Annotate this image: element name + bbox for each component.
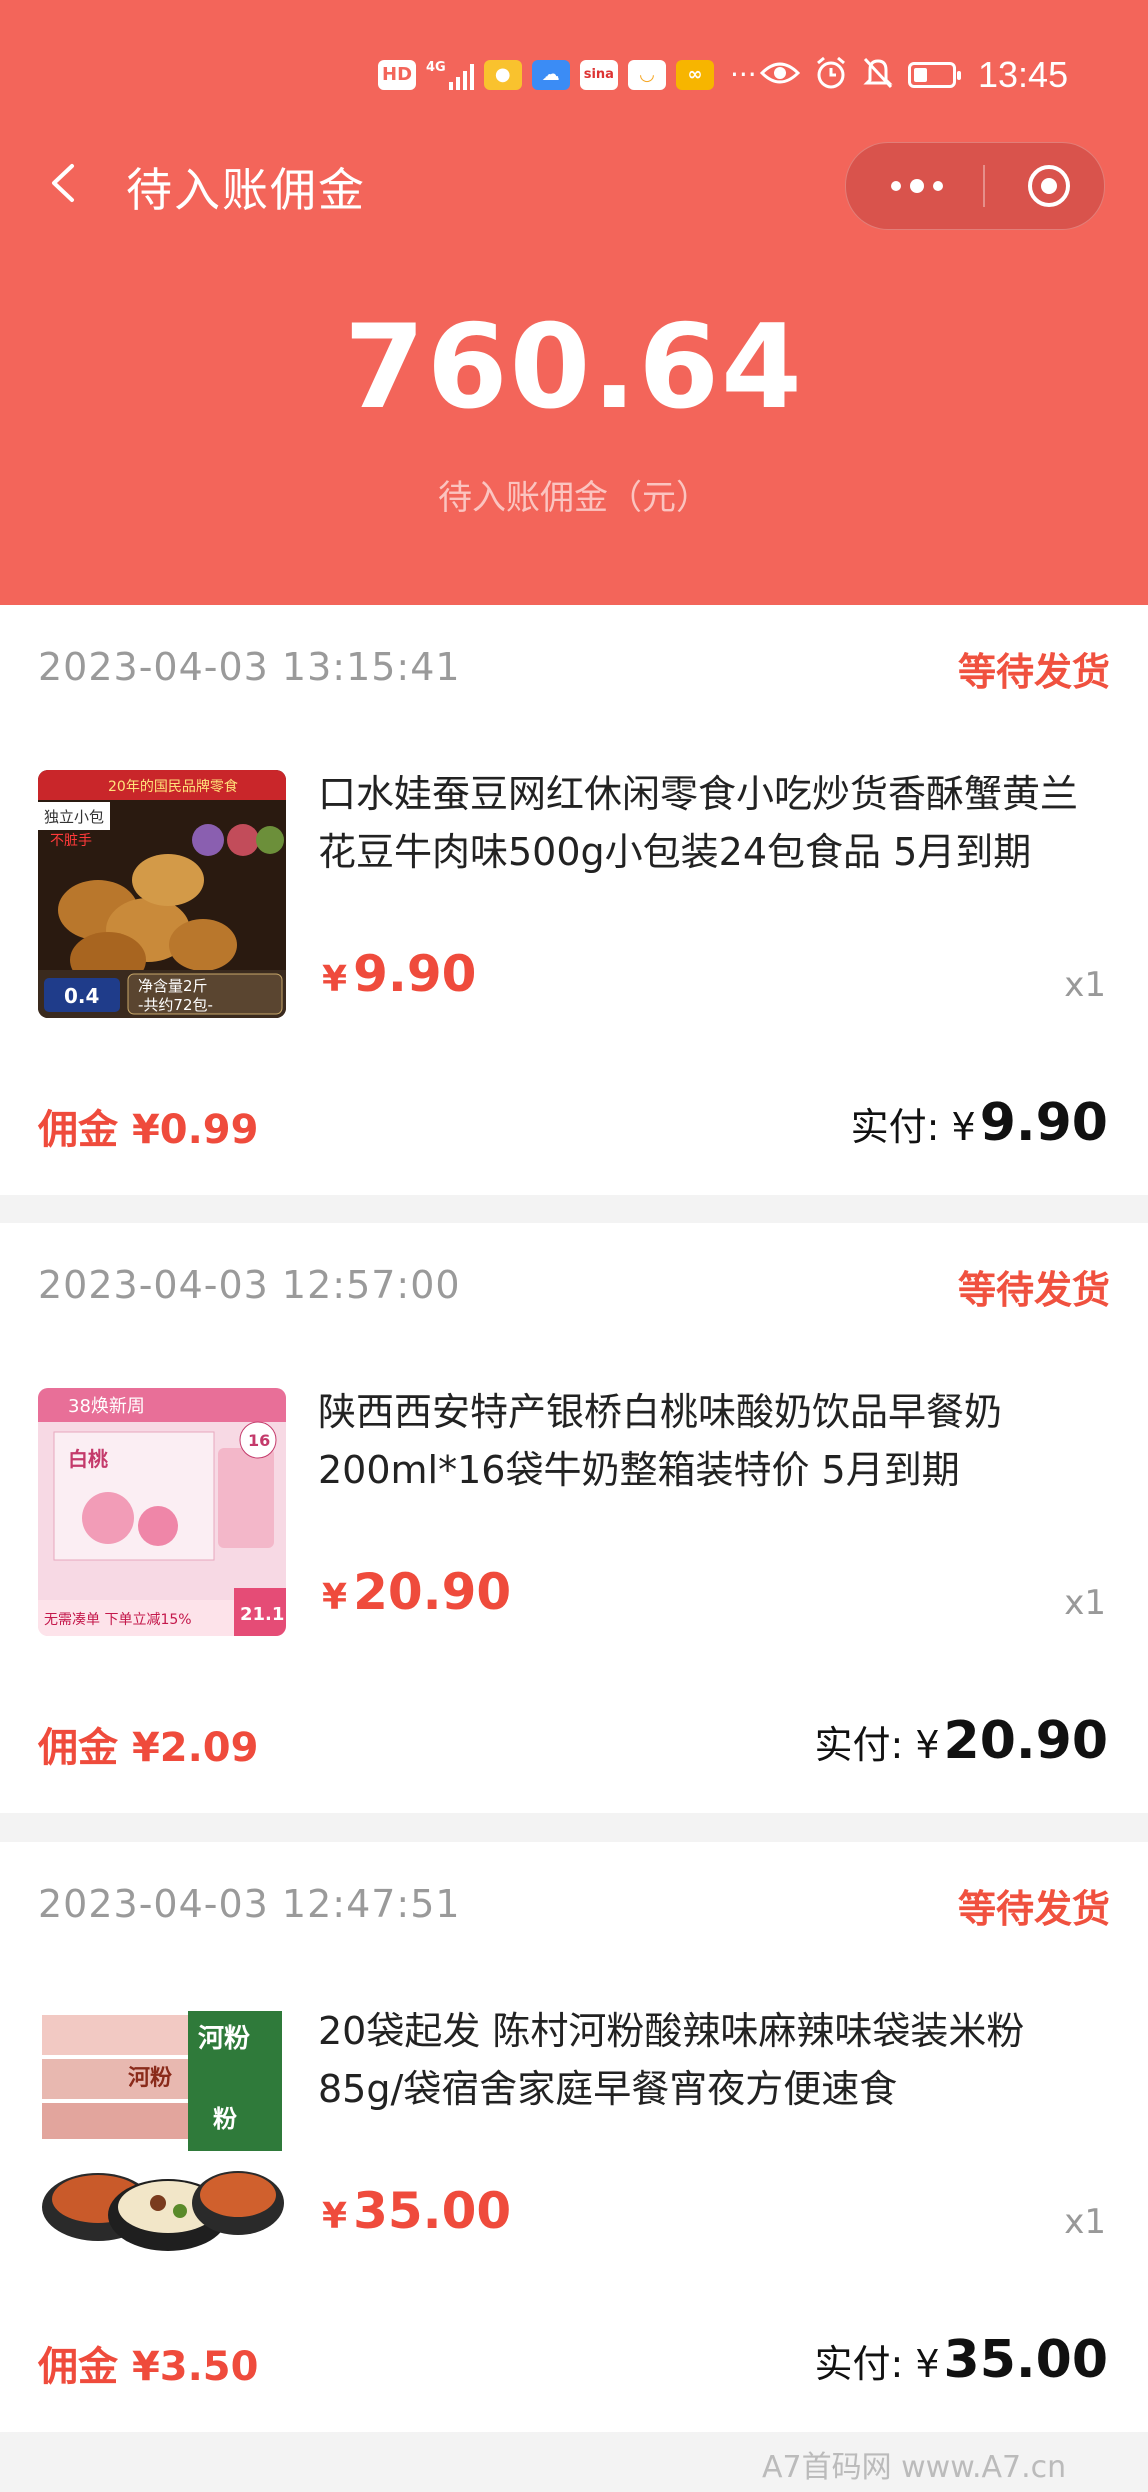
product-quantity: x1 xyxy=(1064,965,1106,1005)
weibo-icon: ● xyxy=(483,59,522,90)
cloud-icon: ☁ xyxy=(531,59,570,90)
product-price: ¥20.90 xyxy=(322,1563,512,1621)
product-name[interactable]: 20袋起发 陈村河粉酸辣味麻辣味袋装米粉85g/袋宿舍家庭早餐宵夜方便速食 xyxy=(318,2002,1108,2118)
svg-text:-共约72包-: -共约72包- xyxy=(138,996,213,1014)
back-arrow-icon[interactable] xyxy=(40,158,90,208)
order-status: 等待发货 xyxy=(957,1268,1110,1312)
paid-amount: 实付: ¥9.90 xyxy=(850,1093,1108,1153)
order-time: 2023-04-03 12:47:51 xyxy=(38,1882,461,1926)
status-bar: HD 4G ● ☁ sina ◡ ∞ ··· 13:45 xyxy=(0,50,1148,106)
header: HD 4G ● ☁ sina ◡ ∞ ··· 13:45 待入账佣金 760.6… xyxy=(0,0,1148,605)
miniprogram-capsule xyxy=(845,142,1105,230)
svg-text:河粉: 河粉 xyxy=(128,2066,172,2091)
order-card[interactable]: 2023-04-03 13:15:41 等待发货 20年的国民品牌零食 独立小包… xyxy=(0,605,1148,1195)
order-time: 2023-04-03 12:57:00 xyxy=(38,1263,461,1307)
more-options-icon[interactable] xyxy=(882,171,952,201)
product-name[interactable]: 口水娃蚕豆网红休闲零食小吃炒货香酥蟹黄兰花豆牛肉味500g小包装24包食品 5月… xyxy=(318,765,1108,881)
order-status: 等待发货 xyxy=(957,1887,1110,1931)
svg-text:16: 16 xyxy=(248,1431,270,1450)
sina-icon: sina xyxy=(579,59,618,90)
svg-text:无需凑单 下单立减15%: 无需凑单 下单立减15% xyxy=(44,1611,192,1628)
svg-text:20年的国民品牌零食: 20年的国民品牌零食 xyxy=(108,778,238,795)
watermark: A7首码网 www.A7.cn xyxy=(762,2450,1067,2485)
product-name[interactable]: 陕西西安特产银桥白桃味酸奶饮品早餐奶200ml*16袋牛奶整箱装特价 5月到期 xyxy=(318,1383,1108,1499)
product-thumbnail[interactable]: 38焕新周 白桃 16 无需凑单 下单立减15% 21.1 xyxy=(38,1388,286,1636)
pending-commission-label: 待入账佣金（元） xyxy=(438,478,710,518)
close-miniprogram-icon[interactable] xyxy=(1026,163,1072,209)
order-card[interactable]: 2023-04-03 12:57:00 等待发货 38焕新周 白桃 16 无需凑… xyxy=(0,1223,1148,1813)
capsule-divider xyxy=(983,165,985,207)
mute-bell-icon xyxy=(862,56,894,94)
product-price: ¥9.90 xyxy=(322,945,477,1003)
order-time: 2023-04-03 13:15:41 xyxy=(38,645,461,689)
product-quantity: x1 xyxy=(1064,2202,1106,2242)
product-quantity: x1 xyxy=(1064,1583,1106,1623)
order-card[interactable]: 2023-04-03 12:47:51 等待发货 河粉 河粉 粉 20袋起发 陈… xyxy=(0,1842,1148,2432)
eye-icon xyxy=(759,59,801,91)
page-title: 待入账佣金 xyxy=(126,163,366,217)
commission: 佣金 ¥2.09 xyxy=(38,1725,259,1771)
commission: 佣金 ¥3.50 xyxy=(38,2344,259,2390)
nav-bar: 待入账佣金 xyxy=(0,140,1148,230)
pending-commission-amount: 760.64 xyxy=(344,300,804,435)
paid-amount: 实付: ¥35.00 xyxy=(814,2330,1108,2390)
battery-icon xyxy=(908,62,961,88)
svg-text:不脏手: 不脏手 xyxy=(50,833,92,849)
status-icons-left: HD 4G ● ☁ sina ◡ ∞ ··· xyxy=(378,58,757,91)
svg-text:白桃: 白桃 xyxy=(68,1447,108,1471)
app-icon: ∞ xyxy=(675,59,714,90)
product-thumbnail[interactable]: 河粉 河粉 粉 xyxy=(38,2007,286,2255)
product-price: ¥35.00 xyxy=(322,2182,512,2240)
signal-4g-icon: 4G xyxy=(426,60,474,90)
paid-amount: 实付: ¥20.90 xyxy=(814,1711,1108,1771)
shopping-bag-icon: ◡ xyxy=(627,59,666,90)
order-status: 等待发货 xyxy=(957,650,1110,694)
svg-text:净含量2斤: 净含量2斤 xyxy=(138,977,208,995)
svg-text:粉: 粉 xyxy=(213,2105,237,2133)
product-thumbnail[interactable]: 20年的国民品牌零食 独立小包 不脏手 净含量2斤 -共约72包- 0.4 xyxy=(38,770,286,1018)
clock: 13:45 xyxy=(978,54,1069,95)
more-notifications-icon: ··· xyxy=(729,58,757,91)
svg-text:38焕新周: 38焕新周 xyxy=(68,1396,145,1417)
status-icons-right: 13:45 xyxy=(759,54,1069,96)
alarm-icon xyxy=(814,56,848,94)
hd-icon: HD xyxy=(378,59,417,90)
svg-text:21.1: 21.1 xyxy=(240,1604,284,1625)
commission: 佣金 ¥0.99 xyxy=(38,1107,259,1153)
svg-text:0.4: 0.4 xyxy=(64,984,99,1008)
svg-text:河粉: 河粉 xyxy=(198,2024,250,2054)
svg-text:独立小包: 独立小包 xyxy=(44,808,104,826)
